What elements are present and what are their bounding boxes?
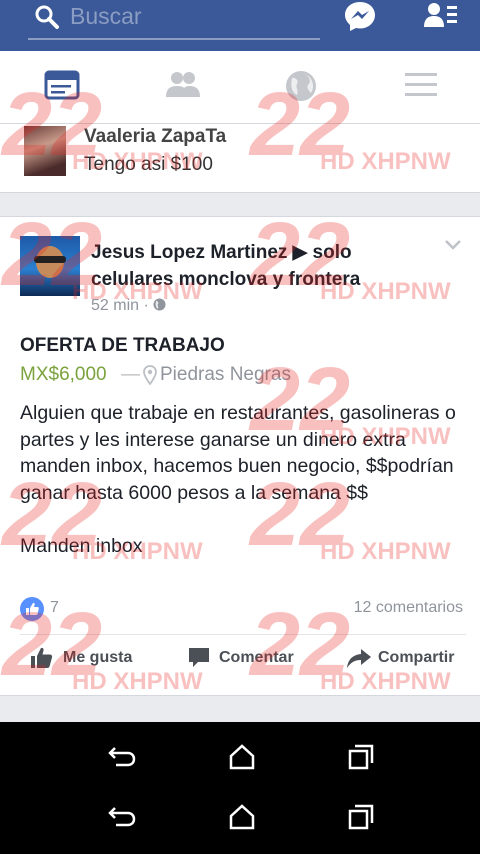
recent-apps-icon[interactable] bbox=[348, 804, 374, 830]
chevron-down-icon[interactable] bbox=[444, 239, 462, 251]
search-input[interactable]: Buscar bbox=[28, 0, 320, 40]
nav-row bbox=[0, 788, 480, 848]
location-pin-icon bbox=[143, 365, 157, 385]
avatar-glasses bbox=[34, 256, 66, 263]
share-arrow-icon bbox=[347, 649, 371, 668]
tab-bar bbox=[0, 51, 480, 124]
listing-location: Piedras Negras bbox=[160, 364, 291, 385]
separator-dash: — bbox=[121, 364, 140, 385]
public-globe-icon bbox=[153, 298, 166, 311]
likes-count[interactable]: 7 bbox=[50, 599, 59, 617]
share-label: Compartir bbox=[378, 649, 455, 666]
friend-requests-icon[interactable] bbox=[424, 1, 458, 29]
listing-title[interactable]: OFERTA DE TRABAJO bbox=[20, 335, 225, 357]
messenger-icon[interactable] bbox=[343, 0, 377, 32]
home-icon[interactable] bbox=[229, 804, 255, 830]
post-meta: 52 min · bbox=[91, 297, 166, 315]
back-icon[interactable] bbox=[108, 804, 136, 828]
home-icon[interactable] bbox=[229, 744, 255, 770]
comment-text: Tengo asi $100 bbox=[84, 154, 213, 175]
separator-dot: · bbox=[143, 297, 154, 314]
top-bar: Buscar bbox=[0, 0, 480, 51]
previous-comment[interactable]: Vaaleria ZapaTa Tengo asi $100 bbox=[0, 124, 480, 193]
search-icon bbox=[35, 5, 59, 29]
news-feed-icon[interactable] bbox=[44, 69, 80, 101]
like-reaction-icon[interactable] bbox=[20, 597, 44, 621]
nav-row bbox=[0, 728, 480, 788]
avatar[interactable] bbox=[24, 126, 66, 176]
comment-bubble-icon bbox=[189, 648, 209, 667]
back-icon[interactable] bbox=[108, 744, 136, 768]
like-label: Me gusta bbox=[63, 649, 133, 666]
listing-price: MX$6,000 bbox=[20, 364, 107, 385]
avatar[interactable] bbox=[20, 236, 80, 296]
post-card: Jesus Lopez Martinez ▶ solo celulares mo… bbox=[0, 216, 480, 696]
thumbs-up-icon bbox=[31, 647, 53, 668]
facebook-app: Buscar Vaaleria ZapaTa Tengo asi $100 Je… bbox=[0, 0, 480, 722]
comment-label: Comentar bbox=[219, 649, 294, 666]
friends-icon[interactable] bbox=[164, 69, 202, 101]
post-time[interactable]: 52 min bbox=[91, 297, 139, 314]
system-navigation-bar bbox=[0, 722, 480, 854]
recent-apps-icon[interactable] bbox=[348, 744, 374, 770]
menu-icon[interactable] bbox=[404, 69, 438, 99]
post-author[interactable]: Jesus Lopez Martinez ▶ solo celulares mo… bbox=[91, 239, 436, 293]
search-placeholder: Buscar bbox=[70, 3, 142, 29]
comments-count[interactable]: 12 comentarios bbox=[354, 599, 463, 617]
globe-icon[interactable] bbox=[284, 69, 318, 103]
comment-author[interactable]: Vaaleria ZapaTa bbox=[84, 126, 226, 148]
divider bbox=[20, 634, 466, 635]
post-body: Alguien que trabaje en restaurantes, gas… bbox=[20, 402, 456, 557]
